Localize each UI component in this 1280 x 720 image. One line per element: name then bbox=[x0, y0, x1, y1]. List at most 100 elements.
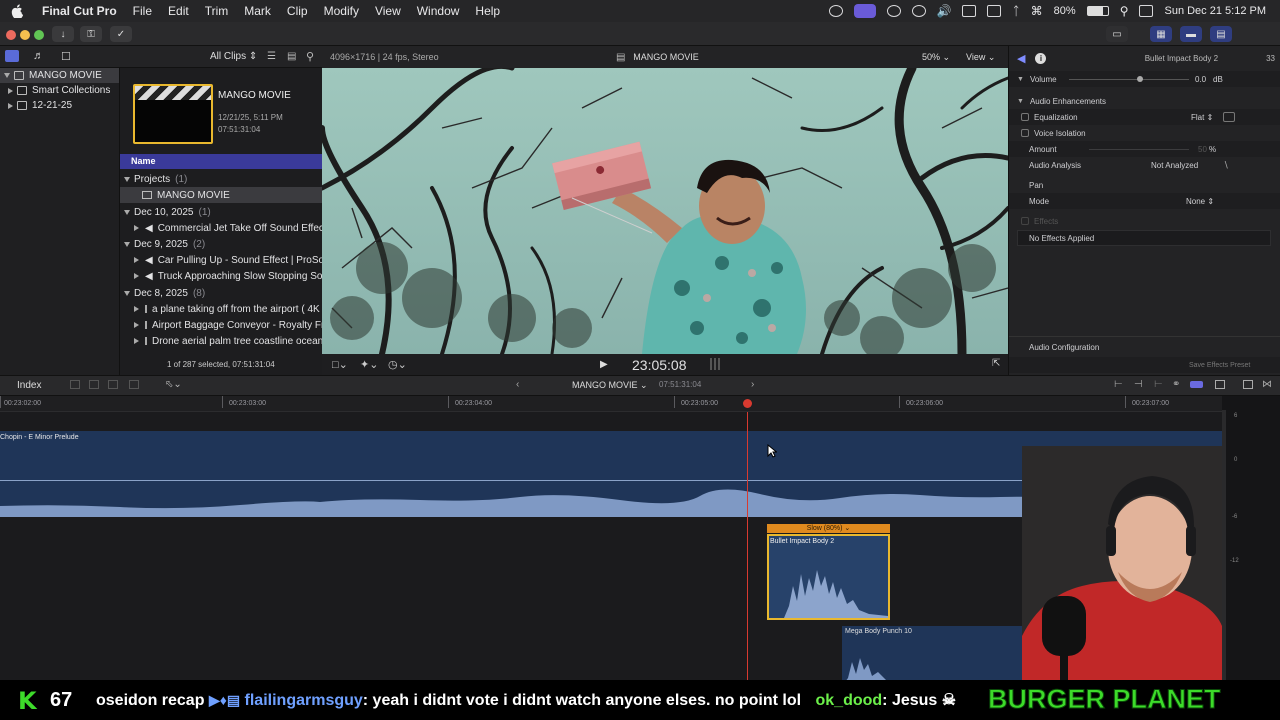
share-button[interactable]: ▭ bbox=[1106, 26, 1128, 42]
browser-item[interactable]: Airport Baggage Conveyor - Royalty Free bbox=[120, 317, 322, 333]
titles-generators-icon[interactable]: ☐ bbox=[61, 50, 71, 63]
battery-icon[interactable] bbox=[1086, 6, 1109, 16]
volume-slider[interactable] bbox=[1069, 76, 1189, 82]
arrow-tool-icon[interactable]: ⬁⌄ bbox=[165, 379, 182, 390]
filmstrip-view-icon[interactable]: ☰ bbox=[267, 51, 276, 62]
browser-item[interactable]: Drone aerial palm tree coastline ocean b… bbox=[120, 333, 322, 349]
retime-bar[interactable]: Slow (80%) ⌄ bbox=[767, 524, 890, 533]
browser-item[interactable]: ◀ Car Pulling Up - Sound Effect | ProSou… bbox=[120, 252, 322, 268]
column-header[interactable]: Name bbox=[120, 154, 322, 169]
library-layout-button[interactable]: ▦ bbox=[1150, 26, 1172, 42]
overwrite-clip-icon[interactable] bbox=[129, 380, 139, 389]
keywords-button[interactable]: ⚿ bbox=[80, 26, 102, 42]
menu-help[interactable]: Help bbox=[467, 4, 508, 18]
screen-mirroring-icon[interactable] bbox=[987, 5, 1002, 17]
disclosure-triangle-icon[interactable] bbox=[134, 306, 139, 312]
control-center-icon[interactable] bbox=[1139, 5, 1154, 17]
effects-browser-icon[interactable]: ⋈ bbox=[1262, 379, 1272, 390]
menu-trim[interactable]: Trim bbox=[197, 4, 237, 18]
import-button[interactable]: ↓ bbox=[52, 26, 74, 42]
browser-item[interactable]: ◀ Truck Approaching Slow Stopping Sound bbox=[120, 268, 322, 284]
timecode-display[interactable]: 23:05:08 bbox=[632, 357, 687, 373]
enhancements-disclosure-icon[interactable]: ▼ bbox=[1017, 98, 1024, 105]
disclosure-triangle-icon[interactable] bbox=[134, 225, 139, 231]
disclosure-triangle-icon[interactable] bbox=[134, 257, 139, 263]
volume-slider-knob[interactable] bbox=[1137, 76, 1143, 82]
volume-disclosure-icon[interactable]: ▼ bbox=[1017, 76, 1024, 83]
apple-icon[interactable] bbox=[10, 4, 24, 18]
menu-edit[interactable]: Edit bbox=[160, 4, 197, 18]
browser-item[interactable]: ◀ Commercial Jet Take Off Sound Effect bbox=[120, 220, 322, 236]
eq-graph-icon[interactable] bbox=[1223, 112, 1235, 122]
connect-clip-icon[interactable] bbox=[70, 380, 80, 389]
minimize-window-button[interactable] bbox=[20, 30, 30, 40]
bluetooth-icon[interactable]: ᛏ bbox=[1012, 4, 1019, 18]
history-back-icon[interactable]: ‹ bbox=[516, 379, 519, 390]
sfx-clip-mega-body-punch[interactable]: Mega Body Punch 10 bbox=[842, 626, 1022, 680]
amount-slider[interactable] bbox=[1089, 149, 1189, 150]
menu-modify[interactable]: Modify bbox=[316, 4, 367, 18]
background-tasks-button[interactable]: ✓ bbox=[110, 26, 132, 42]
magic-wand-icon[interactable]: ∖ bbox=[1223, 160, 1229, 171]
timeline-area[interactable]: Chopin - E Minor Prelude Slow (80%) ⌄ Bu… bbox=[0, 412, 1222, 680]
play-button[interactable]: ▶ bbox=[600, 359, 608, 370]
solo-icon[interactable] bbox=[1190, 381, 1203, 388]
crop-icon[interactable]: □⌄ bbox=[332, 358, 348, 371]
disclosure-triangle-icon[interactable] bbox=[8, 102, 13, 109]
zoom-to-fit-icon[interactable]: ⊣ bbox=[1134, 379, 1143, 390]
disclosure-triangle-icon[interactable] bbox=[124, 290, 130, 296]
volume-icon[interactable]: 🔊 bbox=[937, 4, 952, 18]
audio-enhancements-header[interactable]: ▼ Audio Enhancements bbox=[1009, 93, 1280, 109]
disclosure-triangle-icon[interactable] bbox=[4, 73, 10, 78]
clip-filter-dropdown[interactable]: All Clips ⇕ bbox=[210, 51, 257, 62]
disclosure-triangle-icon[interactable] bbox=[124, 176, 130, 182]
browser-item[interactable]: a plane taking off from the airport ( 4K… bbox=[120, 301, 322, 317]
record-icon[interactable] bbox=[886, 5, 901, 17]
insert-clip-icon[interactable] bbox=[89, 380, 99, 389]
transform-icon[interactable]: ✦⌄ bbox=[360, 358, 378, 371]
timeline-project-dropdown[interactable]: MANGO MOVIE ⌄ bbox=[572, 380, 648, 391]
clock[interactable]: Sun Dec 21 5:12 PM bbox=[1164, 5, 1266, 17]
project-thumbnail[interactable] bbox=[133, 84, 213, 144]
libraries-icon[interactable] bbox=[5, 50, 19, 62]
menu-file[interactable]: File bbox=[125, 4, 160, 18]
audio-skimming-icon[interactable]: ⚭ bbox=[1172, 379, 1180, 390]
disclosure-triangle-icon[interactable] bbox=[134, 322, 139, 328]
playhead-marker[interactable] bbox=[743, 399, 752, 408]
fullscreen-icon[interactable]: ⇱ bbox=[992, 358, 1000, 369]
equalization-checkbox[interactable] bbox=[1021, 113, 1029, 121]
play-icon[interactable] bbox=[911, 5, 926, 17]
audio-inspector-tab[interactable]: ◀ bbox=[1017, 52, 1025, 65]
close-window-button[interactable] bbox=[6, 30, 16, 40]
library-smart-collections[interactable]: Smart Collections bbox=[0, 83, 119, 98]
view-dropdown[interactable]: View ⌄ bbox=[966, 52, 995, 63]
index-button[interactable]: Index bbox=[17, 380, 41, 391]
group-dec-10[interactable]: Dec 10, 2025 (1) bbox=[120, 204, 322, 220]
menu-clip[interactable]: Clip bbox=[279, 4, 316, 18]
browser-search-icon[interactable]: ⚲ bbox=[306, 50, 314, 63]
disclosure-triangle-icon[interactable] bbox=[124, 241, 130, 247]
wifi-icon[interactable]: ⌘ bbox=[1031, 4, 1043, 18]
audio-configuration-header[interactable]: Audio Configuration bbox=[1009, 339, 1280, 355]
retime-icon[interactable]: ◷⌄ bbox=[388, 358, 407, 371]
photos-audio-icon[interactable]: ♬ bbox=[33, 50, 44, 62]
disclosure-triangle-icon[interactable] bbox=[134, 273, 139, 279]
zoom-dropdown[interactable]: 50% ⌄ bbox=[922, 52, 950, 63]
skimming-icon[interactable]: ⊢ bbox=[1154, 379, 1163, 390]
voice-isolation-checkbox[interactable] bbox=[1021, 129, 1029, 137]
timeline-ruler[interactable]: 00:23:02:00 00:23:03:00 00:23:04:00 00:2… bbox=[0, 396, 1222, 412]
info-inspector-tab[interactable]: i bbox=[1035, 52, 1047, 64]
effects-checkbox[interactable] bbox=[1021, 217, 1029, 225]
disclosure-triangle-icon[interactable] bbox=[134, 338, 139, 344]
save-preset-button[interactable]: Save Effects Preset bbox=[1189, 362, 1250, 369]
app-menu[interactable]: Final Cut Pro bbox=[34, 4, 125, 18]
volume-value[interactable]: 0.0 bbox=[1195, 75, 1206, 84]
library-mango-movie[interactable]: MANGO MOVIE bbox=[0, 68, 119, 83]
append-clip-icon[interactable] bbox=[108, 380, 118, 389]
disclosure-triangle-icon[interactable] bbox=[8, 87, 13, 94]
group-dec-8[interactable]: Dec 8, 2025 (8) bbox=[120, 285, 322, 301]
sync-status-icon[interactable] bbox=[828, 5, 843, 17]
clip-skimming-icon[interactable]: ⊢ bbox=[1114, 379, 1123, 390]
screen-record-icon[interactable] bbox=[853, 4, 876, 18]
clip-appearance-timeline-icon[interactable] bbox=[1243, 380, 1253, 389]
